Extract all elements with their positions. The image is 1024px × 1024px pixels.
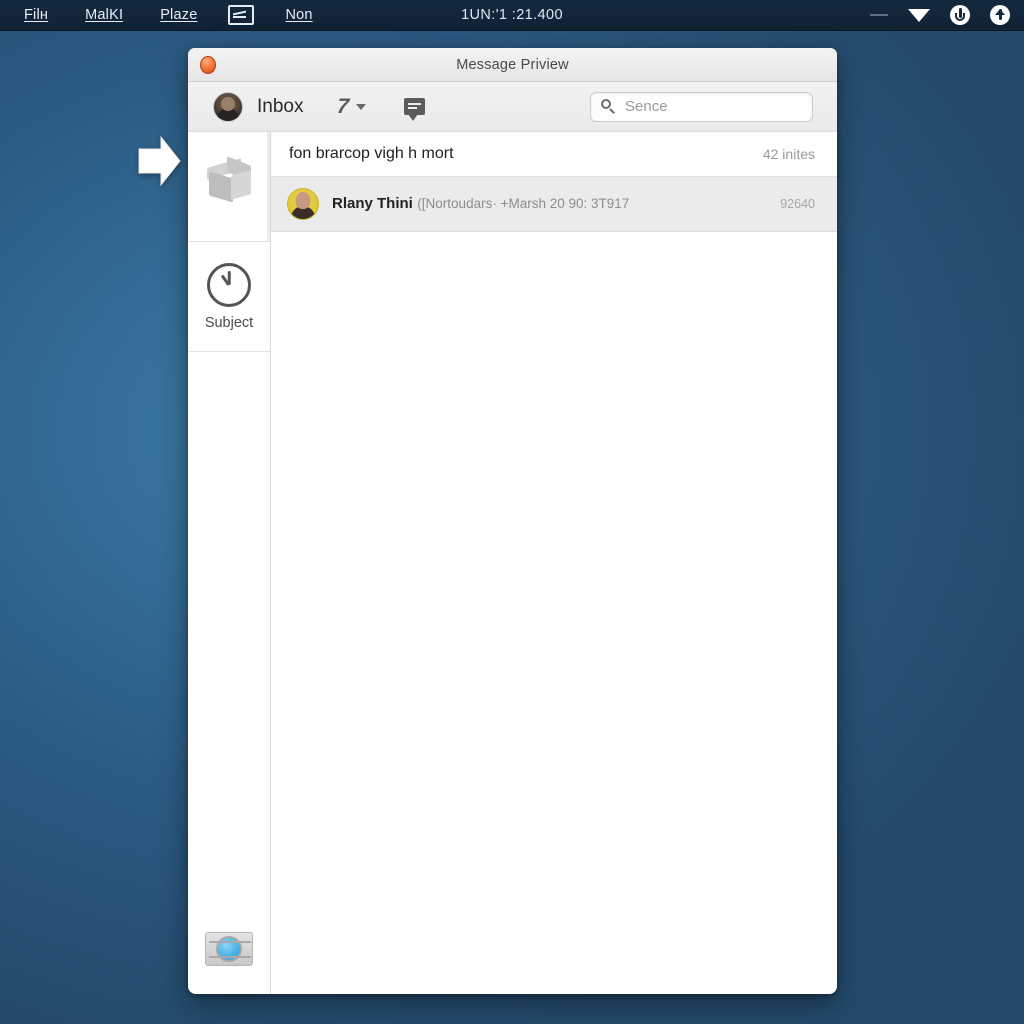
tray-power-icon[interactable] <box>950 5 970 25</box>
tray-upload-icon[interactable] <box>990 5 1010 25</box>
search-icon <box>601 99 616 114</box>
message-time: 92640 <box>780 197 815 211</box>
message-text: Rlany Thini ([Nortoudars· +Marsh 20 90: … <box>332 195 768 214</box>
tray-caret-down-icon[interactable] <box>908 8 930 22</box>
message-list-pane: fon brarcop vigh h mort 42 inites Rlany … <box>271 132 837 994</box>
chevron-down-icon <box>356 103 367 110</box>
window-title: Message Priview <box>456 56 569 73</box>
bubble-line-2 <box>408 107 418 109</box>
message-sender: Rlany Thini <box>332 194 413 212</box>
camera-icon[interactable] <box>205 932 253 966</box>
page-title: fon brarcop vigh h mort <box>289 145 454 162</box>
inbox-box-icon <box>205 155 253 205</box>
sidebar-item-subject[interactable]: Subject <box>188 242 270 352</box>
sidebar-footer <box>188 932 270 994</box>
message-preview-window: Message Priview Inbox 7 Sence Subject fo… <box>188 48 837 994</box>
menu-item-non[interactable]: Non <box>279 7 318 23</box>
sidebar-item-subject-label: Subject <box>204 314 254 331</box>
pointer-arrow-icon <box>138 135 181 187</box>
avatar[interactable] <box>213 91 243 122</box>
close-button[interactable] <box>200 55 216 74</box>
mailbox-label: Inbox <box>257 95 304 117</box>
search-input[interactable]: Sence <box>590 91 813 122</box>
menu-item-mail[interactable]: MalKI <box>79 7 129 23</box>
window-body: Subject fon brarcop vigh h mort 42 inite… <box>188 132 837 994</box>
window-glyph-icon[interactable] <box>228 5 255 25</box>
message-bubble-icon[interactable] <box>404 98 426 121</box>
sort-button[interactable]: 7 <box>336 95 367 118</box>
menu-bar-tray <box>870 5 1010 25</box>
tray-dash-icon[interactable] <box>870 14 888 16</box>
menu-item-place[interactable]: Plaze <box>154 7 203 23</box>
menu-item-file[interactable]: Filн <box>18 7 54 23</box>
sidebar: Subject <box>188 132 271 994</box>
sort-icon: 7 <box>336 95 351 118</box>
list-item[interactable]: Rlany Thini ([Nortoudars· +Marsh 20 90: … <box>271 177 837 232</box>
system-menu-bar: Filн MalKI Plaze Non 1UN:'1 :21.400 <box>0 0 1024 31</box>
sidebar-item-inbox[interactable] <box>188 132 270 242</box>
window-title-bar: Message Priview <box>188 48 837 82</box>
avatar <box>287 188 319 220</box>
desktop: Filн MalKI Plaze Non 1UN:'1 :21.400 Mess… <box>0 0 1024 1024</box>
search-placeholder: Sence <box>625 98 668 115</box>
message-count: 42 inites <box>762 146 815 162</box>
message-list-empty-area <box>271 232 837 994</box>
menu-bar-items: Filн MalKI Plaze Non <box>18 5 319 25</box>
message-list-header: fon brarcop vigh h mort 42 inites <box>271 132 837 177</box>
app-toolbar: Inbox 7 Sence <box>188 82 837 132</box>
bubble-line-1 <box>408 103 422 105</box>
message-snippet: ([Nortoudars· +Marsh 20 90: 3T917 <box>417 195 630 211</box>
clock-icon <box>207 262 251 307</box>
